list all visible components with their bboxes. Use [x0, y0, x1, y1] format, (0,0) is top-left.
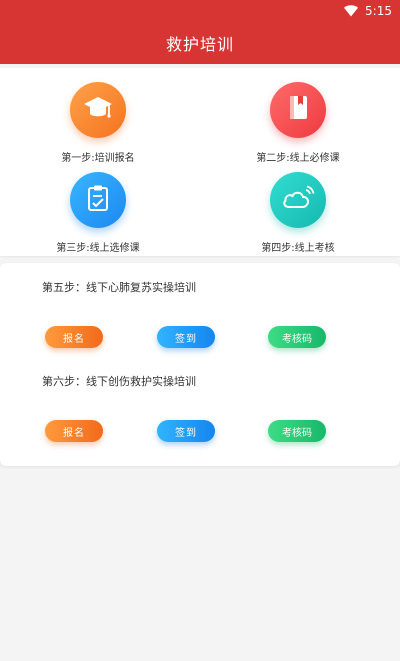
step-4-circle — [270, 172, 326, 228]
step-1-circle — [70, 82, 126, 138]
wifi-icon — [344, 2, 359, 21]
training-item-cpr: 第五步：线下心肺复苏实操培训 报名 签到 考核码 — [0, 263, 400, 358]
training-item-trauma: 第六步：线下创伤救护实操培训 报名 签到 考核码 — [0, 357, 400, 452]
steps-card: 第一步:培训报名 第二步:线上必修课 第三步:线上选修课 第四步:线上考核 — [0, 68, 400, 256]
step-2-required-course[interactable]: 第二步:线上必修课 — [213, 76, 383, 166]
step-2-circle — [270, 82, 326, 138]
step-3-circle — [70, 172, 126, 228]
step-3-elective-course[interactable]: 第三步:线上选修课 — [13, 166, 183, 256]
status-time: 5:15 — [365, 4, 392, 18]
signup-button[interactable]: 报名 — [45, 326, 103, 348]
status-bar: 5:15 — [0, 0, 400, 22]
offline-training-card: 第五步：线下心肺复苏实操培训 报名 签到 考核码 第六步：线下创伤救护实操培训 … — [0, 263, 400, 466]
step-1-signup[interactable]: 第一步:培训报名 — [13, 76, 183, 166]
step-4-online-exam[interactable]: 第四步:线上考核 — [213, 166, 383, 256]
graduation-cap-icon — [82, 94, 114, 126]
checkin-button[interactable]: 签到 — [157, 420, 215, 442]
exam-code-button[interactable]: 考核码 — [268, 326, 326, 348]
step-1-label: 第一步:培训报名 — [61, 153, 135, 164]
checkin-button[interactable]: 签到 — [157, 326, 215, 348]
training-title: 第六步：线下创伤救护实操培训 — [42, 375, 196, 388]
step-2-label: 第二步:线上必修课 — [256, 153, 340, 164]
book-icon — [285, 93, 311, 127]
clipboard-check-icon — [85, 183, 111, 217]
status-bar-right: 5:15 — [344, 3, 392, 19]
page-title: 救护培训 — [165, 35, 234, 54]
exam-code-button[interactable]: 考核码 — [268, 420, 326, 442]
signup-button[interactable]: 报名 — [45, 420, 103, 442]
step-4-label: 第四步:线上考核 — [261, 243, 335, 254]
step-3-label: 第三步:线上选修课 — [56, 243, 140, 254]
training-title: 第五步：线下心肺复苏实操培训 — [42, 281, 196, 294]
cloud-icon — [281, 185, 315, 215]
app-bar: 救护培训 — [0, 22, 400, 64]
